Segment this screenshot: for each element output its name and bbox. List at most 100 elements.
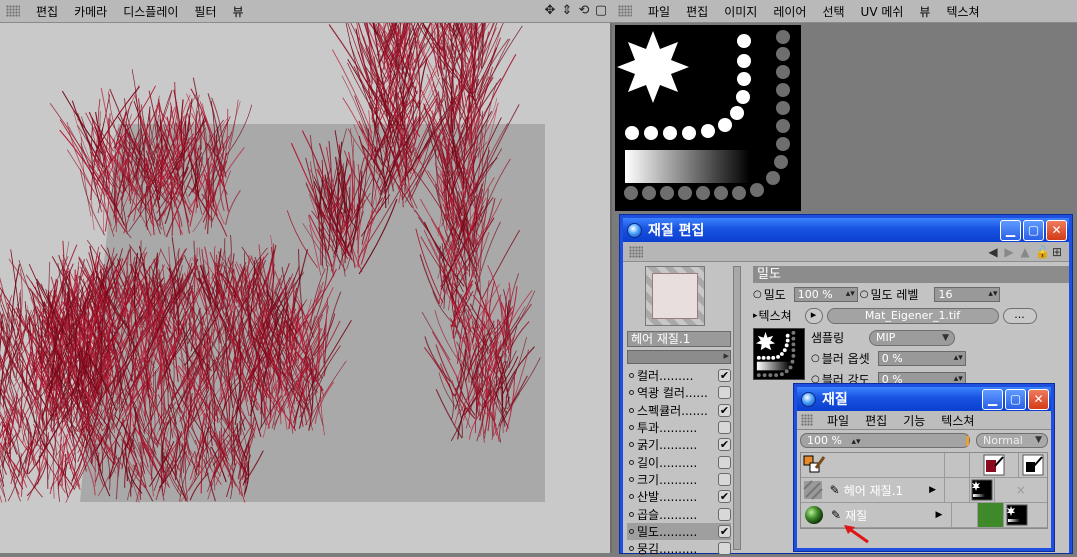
material-row[interactable]: ✎ 헤어 재질.1 ▶ × <box>801 478 1047 503</box>
material-row-selected[interactable]: ✎ 재질 ▶ <box>801 503 1047 528</box>
grip-icon[interactable] <box>618 5 632 17</box>
forward-arrow-icon[interactable]: ▶ <box>1003 245 1015 259</box>
menu-function[interactable]: 기능 <box>895 412 933 429</box>
menu-display[interactable]: 디스플레이 <box>115 3 186 20</box>
3d-viewport[interactable]: 편집 카메라 디스플레이 필터 뷰 ✥ ⇕ ⟲ ▢ <box>0 0 612 553</box>
channel-checkbox[interactable]: ✔ <box>718 525 731 538</box>
channel-checkbox[interactable] <box>718 508 731 521</box>
radio-dot: ○ <box>753 289 762 300</box>
channel-item[interactable]: 컬러.........✔ <box>627 367 731 384</box>
expand-arrow-icon[interactable]: ▶ <box>921 485 944 495</box>
channel-checkbox[interactable] <box>718 456 731 469</box>
menu-view[interactable]: 뷰 <box>911 3 938 20</box>
material-row-header[interactable] <box>801 453 1047 478</box>
channel-item[interactable]: 역광 컬러...... <box>627 384 731 401</box>
zoom-icon[interactable]: ⇕ <box>560 3 574 19</box>
grip-icon[interactable] <box>801 414 813 426</box>
channel-checkbox[interactable] <box>718 542 731 555</box>
texture-label: 텍스쳐 <box>759 307 805 324</box>
blur-offset-field[interactable]: 0 % ▴▾ <box>878 351 966 366</box>
spinner-icon[interactable]: ▴▾ <box>954 352 963 365</box>
channel-item[interactable]: 크기.......... <box>627 471 731 488</box>
specular-channel-swatch[interactable] <box>1018 453 1047 477</box>
dot <box>624 186 638 200</box>
channel-item[interactable]: 길이.......... <box>627 453 731 470</box>
channel-item[interactable]: 곱슬.......... <box>627 505 731 522</box>
channel-item[interactable]: 굵기..........✔ <box>627 436 731 453</box>
channel-checkbox[interactable]: ✔ <box>718 438 731 451</box>
density-level-field[interactable]: 16 ▴▾ <box>934 287 1000 302</box>
menu-texture[interactable]: 텍스쳐 <box>938 3 987 20</box>
rotate-icon[interactable]: ⟲ <box>577 3 591 19</box>
dot <box>783 348 787 352</box>
menu-edit[interactable]: 편집 <box>857 412 895 429</box>
browse-button[interactable]: ... <box>1003 308 1037 324</box>
zoom-field[interactable]: 100 % ▴▾ <box>800 433 970 448</box>
window-title: 재질 편집 <box>648 220 1000 240</box>
maximize-icon[interactable]: ▢ <box>594 3 608 19</box>
channel-item[interactable]: 뭉김.......... <box>627 540 731 557</box>
texture-file-field[interactable]: Mat_Eigener_1.tif <box>827 308 999 324</box>
expand-triangle-icon[interactable]: ▸ <box>753 311 758 321</box>
new-window-icon[interactable]: ⊞ <box>1051 245 1063 259</box>
material-list: ✎ 헤어 재질.1 ▶ × ✎ 재질 ▶ <box>800 452 1048 529</box>
menu-file[interactable]: 파일 <box>819 412 857 429</box>
spinner-icon[interactable]: ▴▾ <box>988 288 997 301</box>
menu-select[interactable]: 선택 <box>814 3 852 20</box>
back-arrow-icon[interactable]: ◀ <box>987 245 999 259</box>
channel-checkbox[interactable]: ✔ <box>718 404 731 417</box>
density-field[interactable]: 100 % ▴▾ <box>794 287 858 302</box>
grip-icon[interactable] <box>629 246 643 258</box>
material-name-field[interactable]: 헤어 재질.1 <box>627 331 731 347</box>
sampling-dropdown[interactable]: MIP ▼ <box>869 330 955 346</box>
density-texture-swatch[interactable] <box>969 478 994 502</box>
texture-menu-button[interactable]: ▸ <box>805 308 823 324</box>
blur-offset-label: 블러 옵셋 <box>822 350 878 367</box>
menu-texture[interactable]: 텍스쳐 <box>933 412 982 429</box>
lock-icon[interactable]: 🔓 <box>1035 245 1047 259</box>
minimize-button[interactable]: ▁ <box>1000 220 1021 241</box>
color-channel-swatch[interactable] <box>977 503 1003 527</box>
preview-slider[interactable] <box>627 350 731 364</box>
color-channel-swatch[interactable] <box>969 453 1019 477</box>
uv-menubar: 파일 편집 이미지 레이어 선택 UV 메쉬 뷰 텍스쳐 <box>612 0 1077 23</box>
menu-file[interactable]: 파일 <box>640 3 678 20</box>
menu-view[interactable]: 뷰 <box>225 3 252 20</box>
menu-filter[interactable]: 필터 <box>186 3 224 20</box>
menu-image[interactable]: 이미지 <box>716 3 765 20</box>
menu-uv-mesh[interactable]: UV 메쉬 <box>853 3 912 20</box>
close-button[interactable]: ✕ <box>1028 389 1049 410</box>
materials-window[interactable]: 재질 ▁ ▢ ✕ 파일 편집 기능 텍스쳐 100 % ▴▾ Normal ▼ <box>794 384 1054 551</box>
channel-checkbox[interactable] <box>718 473 731 486</box>
channel-item[interactable]: 밀도..........✔ <box>627 523 731 540</box>
up-arrow-icon[interactable]: ▲ <box>1019 245 1031 259</box>
grip-icon[interactable] <box>6 5 20 17</box>
channel-item[interactable]: 스펙큘러.......✔ <box>627 402 731 419</box>
blend-mode-dropdown[interactable]: Normal ▼ <box>976 433 1048 448</box>
spinner-icon[interactable]: ▴▾ <box>851 437 860 447</box>
channel-checkbox[interactable]: ✔ <box>718 369 731 382</box>
channel-checkbox[interactable] <box>718 386 731 399</box>
dot <box>678 186 692 200</box>
texture-channel-swatch[interactable] <box>1003 503 1029 527</box>
close-button[interactable]: ✕ <box>1046 220 1067 241</box>
material-preview[interactable] <box>645 266 705 326</box>
move-icon[interactable]: ✥ <box>543 3 557 19</box>
channel-checkbox[interactable] <box>718 421 731 434</box>
spinner-icon[interactable]: ▴▾ <box>846 288 855 301</box>
maximize-button[interactable]: ▢ <box>1023 220 1044 241</box>
maximize-button[interactable]: ▢ <box>1005 389 1026 410</box>
channel-item[interactable]: 산발..........✔ <box>627 488 731 505</box>
menu-layer[interactable]: 레이어 <box>765 3 814 20</box>
menu-edit[interactable]: 편집 <box>28 3 66 20</box>
expand-arrow-icon[interactable]: ▶ <box>927 510 951 520</box>
channel-label: 컬러......... <box>637 367 718 384</box>
channel-checkbox[interactable]: ✔ <box>718 490 731 503</box>
channel-scrollbar[interactable] <box>733 266 741 550</box>
menu-camera[interactable]: 카메라 <box>66 3 115 20</box>
minimize-button[interactable]: ▁ <box>982 389 1003 410</box>
channel-item[interactable]: 투과.......... <box>627 419 731 436</box>
menu-edit[interactable]: 편집 <box>678 3 716 20</box>
material-editor-titlebar[interactable]: 재질 편집 ▁ ▢ ✕ <box>623 218 1069 242</box>
materials-titlebar[interactable]: 재질 ▁ ▢ ✕ <box>797 387 1051 411</box>
